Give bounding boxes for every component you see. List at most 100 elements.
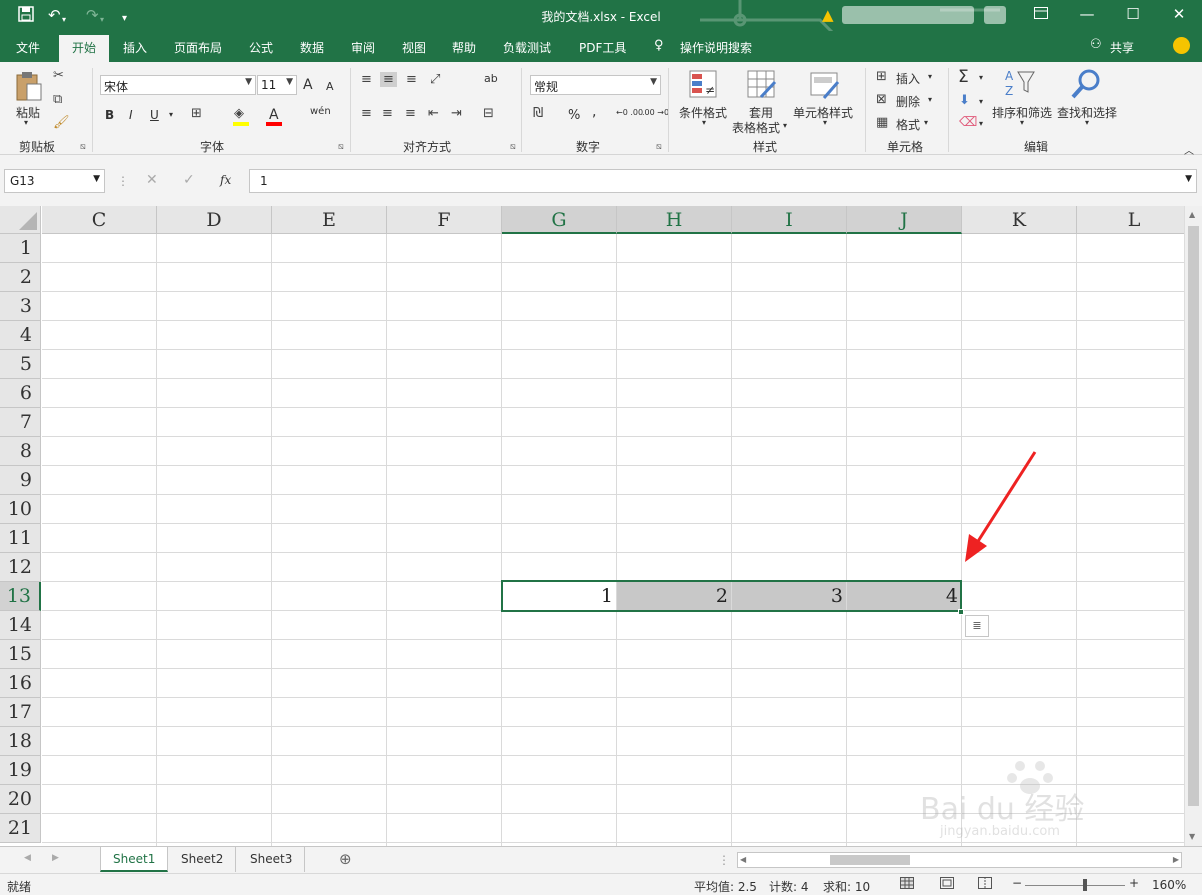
align-bottom-icon[interactable]: ≡	[406, 72, 417, 87]
delete-cells-button[interactable]: 删除	[896, 93, 920, 110]
accounting-format-icon[interactable]: ₪	[533, 106, 543, 121]
row-header-7[interactable]: 7	[0, 408, 41, 437]
row-header-2[interactable]: 2	[0, 263, 41, 292]
zoom-slider-thumb[interactable]	[1083, 879, 1087, 891]
underline-button[interactable]: U	[150, 108, 159, 122]
scrollbar-thumb[interactable]	[1188, 226, 1199, 806]
column-header-k[interactable]: K	[962, 206, 1077, 234]
sort-filter-dropdown-icon[interactable]: ▾	[1020, 118, 1024, 127]
smiley-feedback-icon[interactable]	[1173, 37, 1190, 54]
scroll-right-icon[interactable]: ▶	[1173, 855, 1179, 864]
share-person-icon[interactable]: ⚇	[1090, 37, 1102, 52]
h-scrollbar-thumb[interactable]	[830, 855, 910, 865]
page-break-view-icon[interactable]	[978, 877, 992, 892]
ribbon-display-icon[interactable]	[1026, 5, 1056, 23]
row-header-3[interactable]: 3	[0, 292, 41, 321]
clear-dropdown-icon[interactable]: ▾	[979, 119, 983, 128]
format-as-table-line2[interactable]: 表格格式	[732, 119, 780, 136]
decrease-decimal-button[interactable]: .00 →0	[642, 108, 669, 117]
underline-dropdown-icon[interactable]: ▾	[169, 110, 173, 119]
row-header-10[interactable]: 10	[0, 495, 41, 524]
name-box[interactable]: G13 ▼	[4, 169, 105, 193]
align-right-icon[interactable]: ≡	[405, 106, 416, 121]
enter-icon[interactable]: ✓	[183, 172, 195, 188]
cancel-icon[interactable]: ✕	[146, 172, 158, 188]
autosum-button[interactable]: Σ	[958, 67, 969, 87]
number-format-select[interactable]: 常规 ▼	[530, 75, 661, 95]
row-header-8[interactable]: 8	[0, 437, 41, 466]
scroll-down-icon[interactable]: ▼	[1189, 832, 1195, 841]
sheet-tab-sheet2[interactable]: Sheet2	[169, 847, 237, 872]
number-launcher-icon[interactable]: ⧅	[656, 142, 662, 152]
format-cells-icon[interactable]: ▦	[876, 115, 888, 130]
wrap-text-button[interactable]: ab	[484, 72, 498, 85]
column-header-j[interactable]: J	[847, 206, 962, 234]
borders-icon[interactable]: ⊞	[191, 106, 202, 121]
format-as-table-icon[interactable]	[747, 70, 777, 104]
format-cells-button[interactable]: 格式	[896, 116, 920, 133]
column-header-i[interactable]: I	[732, 206, 847, 234]
align-center-icon[interactable]: ≡	[382, 106, 393, 121]
cell-i13[interactable]: 3	[732, 581, 846, 610]
fill-dropdown-icon[interactable]: ▾	[979, 97, 983, 106]
zoom-level[interactable]: 160%	[1152, 878, 1186, 892]
row-header-4[interactable]: 4	[0, 321, 41, 350]
row-header-5[interactable]: 5	[0, 350, 41, 379]
format-dropdown-icon[interactable]: ▾	[924, 118, 928, 127]
row-header-18[interactable]: 18	[0, 727, 41, 756]
clear-icon[interactable]: ⌫	[959, 115, 977, 130]
split-handle-icon[interactable]: ⋮	[718, 853, 730, 867]
formula-input[interactable]: 1 ▼	[249, 169, 1197, 193]
sheet-tab-sheet3[interactable]: Sheet3	[238, 847, 306, 872]
cell-styles-icon[interactable]	[810, 70, 840, 104]
decrease-indent-icon[interactable]: ⇤	[428, 106, 439, 121]
clipboard-launcher-icon[interactable]: ⧅	[80, 142, 86, 152]
find-dropdown-icon[interactable]: ▾	[1085, 118, 1089, 127]
quick-analysis-icon[interactable]: ≣	[965, 615, 989, 637]
align-left-icon[interactable]: ≡	[361, 106, 372, 121]
tell-me-search[interactable]: 操作说明搜索	[680, 39, 752, 56]
find-select-icon[interactable]	[1070, 68, 1102, 104]
shrink-font-button[interactable]: A	[326, 80, 334, 93]
row-header-11[interactable]: 11	[0, 524, 41, 553]
column-header-f[interactable]: F	[387, 206, 502, 234]
tab-load-test[interactable]: 负载测试	[503, 39, 551, 56]
vertical-scrollbar[interactable]: ▲ ▼	[1184, 206, 1202, 846]
row-header-21[interactable]: 21	[0, 814, 41, 843]
font-name-select[interactable]: 宋体 ▼	[100, 75, 256, 95]
merge-center-icon[interactable]: ⊟	[483, 106, 494, 121]
increase-indent-icon[interactable]: ⇥	[451, 106, 462, 121]
sort-filter-icon[interactable]: AZ	[1004, 68, 1036, 102]
bold-button[interactable]: B	[105, 108, 114, 122]
row-header-19[interactable]: 19	[0, 756, 41, 785]
format-painter-icon[interactable]: 🖌	[53, 115, 70, 130]
close-icon[interactable]: ✕	[1164, 5, 1194, 23]
minimize-icon[interactable]: —	[1072, 5, 1102, 23]
fill-color-icon[interactable]: ◈	[234, 106, 244, 121]
name-box-dropdown-icon[interactable]: ▼	[93, 174, 100, 184]
sheet-tab-sheet1[interactable]: Sheet1	[100, 847, 169, 872]
scroll-up-icon[interactable]: ▲	[1189, 210, 1195, 219]
delete-cells-icon[interactable]: ⊠	[876, 92, 887, 107]
tab-data[interactable]: 数据	[300, 39, 324, 56]
comma-button[interactable]: ,	[592, 104, 596, 120]
font-size-select[interactable]: 11 ▼	[257, 75, 297, 95]
zoom-out-button[interactable]: −	[1012, 876, 1022, 890]
maximize-icon[interactable]: ☐	[1118, 5, 1148, 23]
horizontal-scrollbar[interactable]: ◀ ▶	[737, 852, 1182, 868]
tab-review[interactable]: 审阅	[351, 39, 375, 56]
row-header-13[interactable]: 13	[0, 582, 41, 611]
expand-formula-icon[interactable]: ▼	[1185, 174, 1192, 184]
avatar[interactable]	[984, 6, 1006, 24]
alignment-launcher-icon[interactable]: ⧅	[510, 142, 516, 152]
percent-button[interactable]: %	[568, 108, 580, 123]
row-header-1[interactable]: 1	[0, 234, 41, 263]
normal-view-icon[interactable]	[900, 877, 914, 892]
prev-sheet-icon[interactable]: ◀	[24, 853, 31, 863]
fill-down-icon[interactable]: ⬇	[959, 93, 970, 108]
zoom-slider[interactable]	[1025, 885, 1125, 886]
row-header-16[interactable]: 16	[0, 669, 41, 698]
paste-dropdown-icon[interactable]: ▾	[24, 118, 28, 127]
cell-j13[interactable]: 4	[847, 581, 961, 610]
orientation-icon[interactable]: ⤢	[430, 72, 440, 87]
